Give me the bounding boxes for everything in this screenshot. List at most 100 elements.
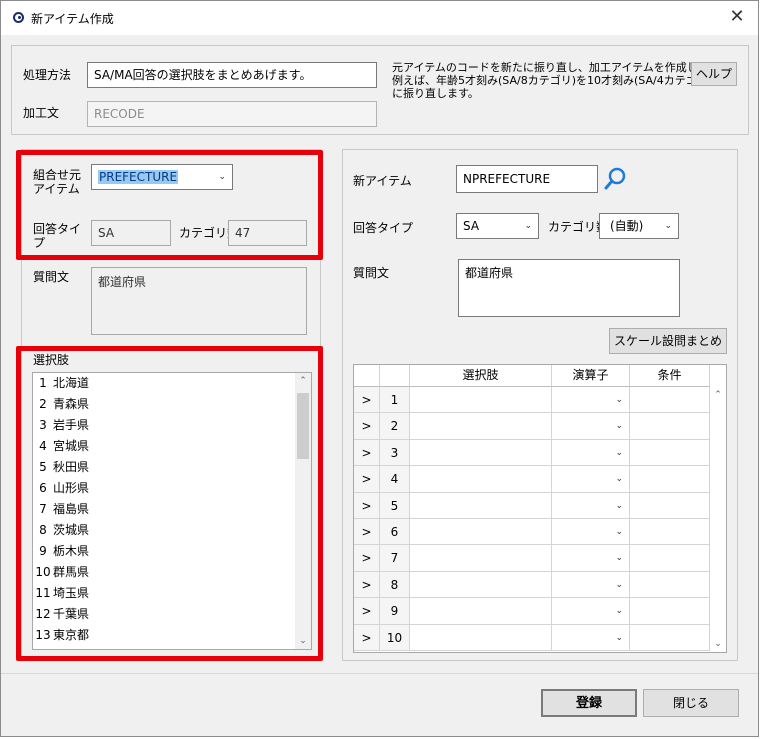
row-selector-arrow[interactable]: > xyxy=(354,545,380,572)
choice-label: 山形県 xyxy=(53,481,90,495)
new-item-field[interactable]: NPREFECTURE xyxy=(456,165,598,193)
grid-cell-condition[interactable] xyxy=(630,545,710,572)
choice-number: 12 xyxy=(35,607,51,621)
target-answer-type-combo[interactable]: SA ⌄ xyxy=(456,213,539,239)
choice-label: 青森県 xyxy=(53,397,90,411)
scroll-up-icon[interactable]: ⌃ xyxy=(295,373,311,389)
grid-header-number xyxy=(380,365,410,387)
row-selector-arrow[interactable]: > xyxy=(354,492,380,519)
choices-scrollbar[interactable]: ⌃ ⌄ xyxy=(295,373,311,649)
grid-cell-condition[interactable] xyxy=(630,439,710,467)
source-category-count-field[interactable]: 47 xyxy=(228,220,307,246)
chevron-down-icon: ⌄ xyxy=(664,221,672,231)
choices-list[interactable]: 1 北海道 2 青森県 3 岩手県 4 宮城県 5 秋田県 6 山形県 7 福島県 8 茨城県 9 栃木県 10 群馬… xyxy=(32,372,312,650)
grid-cell-choice[interactable] xyxy=(410,466,552,493)
grid-cell-condition[interactable] xyxy=(630,598,710,625)
new-item-label: 新アイテム xyxy=(353,174,412,188)
grid-cell-operator[interactable]: ⌄ xyxy=(552,413,630,440)
list-item[interactable]: 3 岩手県 xyxy=(33,415,297,436)
grid-cell-operator[interactable]: ⌄ xyxy=(552,571,630,599)
row-selector-arrow[interactable]: > xyxy=(354,598,380,625)
close-button[interactable]: 閉じる xyxy=(643,689,739,717)
grid-cell-operator[interactable]: ⌄ xyxy=(552,492,630,519)
row-selector-arrow[interactable]: > xyxy=(354,439,380,467)
grid-cell-condition[interactable] xyxy=(630,466,710,493)
source-question-field[interactable]: 都道府県 xyxy=(91,267,307,335)
grid-cell-choice[interactable] xyxy=(410,571,552,599)
register-button[interactable]: 登録 xyxy=(541,689,637,717)
scale-question-button[interactable]: スケール設問まとめ xyxy=(609,328,727,354)
list-item[interactable]: 4 宮城県 xyxy=(33,436,297,457)
grid-cell-condition[interactable] xyxy=(630,492,710,519)
list-item[interactable]: 2 青森県 xyxy=(33,394,297,415)
scroll-up-icon[interactable]: ⌃ xyxy=(710,387,726,403)
scroll-down-icon[interactable]: ⌄ xyxy=(710,636,726,652)
target-category-count-combo[interactable]: (自動) ⌄ xyxy=(599,213,679,239)
chevron-down-icon: ⌄ xyxy=(615,579,623,590)
choice-label: 千葉県 xyxy=(53,607,90,621)
grid-cell-choice[interactable] xyxy=(410,545,552,572)
row-selector-arrow[interactable]: > xyxy=(354,387,380,414)
help-button[interactable]: ヘルプ xyxy=(691,62,737,86)
list-item[interactable]: 13 東京都 xyxy=(33,625,297,646)
target-category-count-value: (自動) xyxy=(610,219,644,233)
scroll-thumb[interactable] xyxy=(297,393,309,459)
source-item-combo[interactable]: PREFECTURE ⌄ xyxy=(91,164,233,190)
chevron-down-icon: ⌄ xyxy=(615,632,623,643)
choice-label: 北海道 xyxy=(53,376,90,390)
chevron-down-icon: ⌄ xyxy=(615,606,623,617)
process-field[interactable]: RECODE xyxy=(87,101,377,127)
row-number: 4 xyxy=(380,466,410,493)
search-icon[interactable] xyxy=(603,166,629,192)
list-item[interactable]: 12 千葉県 xyxy=(33,604,297,625)
choice-label: 岩手県 xyxy=(53,418,90,432)
grid-cell-choice[interactable] xyxy=(410,439,552,467)
list-item[interactable]: 14神奈川県 xyxy=(33,646,297,649)
row-selector-arrow[interactable]: > xyxy=(354,571,380,599)
target-question-label: 質問文 xyxy=(353,266,390,280)
list-item[interactable]: 5 秋田県 xyxy=(33,457,297,478)
grid-cell-operator[interactable]: ⌄ xyxy=(552,466,630,493)
scroll-down-icon[interactable]: ⌄ xyxy=(295,633,311,649)
list-item[interactable]: 9 栃木県 xyxy=(33,541,297,562)
list-item[interactable]: 1 北海道 xyxy=(33,373,297,394)
grid-cell-operator[interactable]: ⌄ xyxy=(552,598,630,625)
list-item[interactable]: 7 福島県 xyxy=(33,499,297,520)
row-selector-arrow[interactable]: > xyxy=(354,466,380,493)
grid-cell-operator[interactable]: ⌄ xyxy=(552,545,630,572)
list-item[interactable]: 6 山形県 xyxy=(33,478,297,499)
conditions-grid[interactable]: 選択肢 演算子 条件 >1 ⌄ >2 ⌄ >3 ⌄ >4 ⌄ >5 ⌄ >6 ⌄ >7 ⌄ >8 ⌄ >9 ⌄ >10 ⌄ … xyxy=(353,364,727,653)
list-item[interactable]: 11 埼玉県 xyxy=(33,583,297,604)
row-selector-arrow[interactable]: > xyxy=(354,413,380,440)
list-item[interactable]: 8 茨城県 xyxy=(33,520,297,541)
chevron-down-icon: ⌄ xyxy=(615,421,623,432)
grid-cell-operator[interactable]: ⌄ xyxy=(552,519,630,546)
grid-cell-operator[interactable]: ⌄ xyxy=(552,624,630,651)
close-icon[interactable]: ✕ xyxy=(724,5,750,29)
source-answer-type-field[interactable]: SA xyxy=(91,220,171,246)
row-number: 9 xyxy=(380,598,410,625)
target-question-field[interactable]: 都道府県 xyxy=(458,259,680,317)
list-item[interactable]: 10 群馬県 xyxy=(33,562,297,583)
grid-cell-choice[interactable] xyxy=(410,624,552,651)
grid-cell-choice[interactable] xyxy=(410,598,552,625)
grid-cell-condition[interactable] xyxy=(630,387,710,414)
grid-cell-operator[interactable]: ⌄ xyxy=(552,439,630,467)
method-field[interactable]: SA/MA回答の選択肢をまとめあげます。 xyxy=(87,62,377,88)
grid-cell-operator[interactable]: ⌄ xyxy=(552,387,630,414)
grid-cell-condition[interactable] xyxy=(630,624,710,651)
row-selector-arrow[interactable]: > xyxy=(354,519,380,546)
row-selector-arrow[interactable]: > xyxy=(354,624,380,651)
source-answer-type-label-line-2: プ xyxy=(33,236,46,250)
grid-cell-condition[interactable] xyxy=(630,519,710,546)
footer-divider xyxy=(1,673,758,674)
grid-scrollbar[interactable]: ⌃ ⌄ xyxy=(710,387,726,652)
grid-cell-condition[interactable] xyxy=(630,413,710,440)
grid-cell-choice[interactable] xyxy=(410,413,552,440)
choice-number: 6 xyxy=(39,481,47,495)
grid-cell-choice[interactable] xyxy=(410,387,552,414)
grid-cell-choice[interactable] xyxy=(410,519,552,546)
grid-cell-choice[interactable] xyxy=(410,492,552,519)
grid-cell-condition[interactable] xyxy=(630,571,710,599)
target-answer-type-label: 回答タイプ xyxy=(353,221,414,235)
